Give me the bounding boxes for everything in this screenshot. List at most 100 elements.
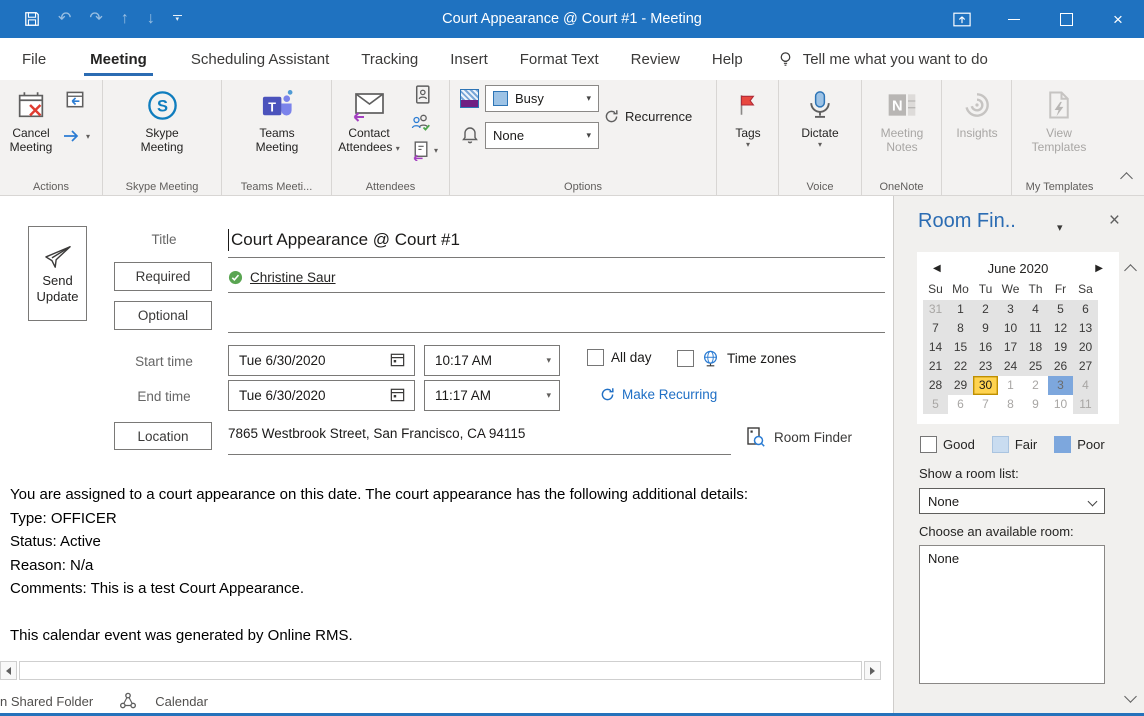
- panel-scroll-up-icon[interactable]: [1126, 262, 1135, 280]
- all-day-checkbox[interactable]: [587, 349, 604, 366]
- calendar-day[interactable]: 3: [1048, 376, 1073, 395]
- calendar-day[interactable]: 12: [1048, 319, 1073, 338]
- send-update-button[interactable]: Send Update: [28, 226, 87, 321]
- reminder-dropdown[interactable]: None ▾: [485, 122, 599, 149]
- calendar-day[interactable]: 7: [973, 395, 998, 414]
- calendar-day[interactable]: 8: [948, 319, 973, 338]
- close-button[interactable]: ×: [1092, 0, 1144, 38]
- calendar-day[interactable]: 23: [973, 357, 998, 376]
- ribbon-display-options-button[interactable]: [936, 0, 988, 38]
- required-attendees-field[interactable]: Christine Saur: [228, 262, 336, 292]
- available-rooms-listbox[interactable]: None: [919, 545, 1105, 684]
- attendee-link[interactable]: Christine Saur: [250, 270, 336, 285]
- calendar-day[interactable]: 3: [998, 300, 1023, 319]
- start-time-input[interactable]: 10:17 AM ▾: [424, 345, 560, 376]
- response-options-button[interactable]: [410, 112, 433, 139]
- recurrence-button[interactable]: Recurrence: [603, 108, 692, 125]
- tab-meeting[interactable]: Meeting: [88, 38, 149, 80]
- tab-scheduling-assistant[interactable]: Scheduling Assistant: [189, 38, 331, 80]
- calendar-day[interactable]: 9: [973, 319, 998, 338]
- insights-button[interactable]: Insights: [947, 80, 1007, 140]
- calendar-day[interactable]: 8: [998, 395, 1023, 414]
- skype-meeting-button[interactable]: S Skype Meeting: [129, 80, 195, 154]
- calendar-day[interactable]: 2: [973, 300, 998, 319]
- maximize-button[interactable]: [1040, 0, 1092, 38]
- calendar-day[interactable]: 11: [1023, 319, 1048, 338]
- calendar-day[interactable]: 25: [1023, 357, 1048, 376]
- calendar-day[interactable]: 26: [1048, 357, 1073, 376]
- calendar-prev-icon[interactable]: ◀: [933, 263, 941, 274]
- message-body[interactable]: You are assigned to a court appearance o…: [10, 483, 880, 648]
- forward-meeting-button[interactable]: [64, 88, 86, 115]
- date-picker-icon[interactable]: [389, 386, 406, 403]
- end-time-input[interactable]: 11:17 AM ▾: [424, 380, 560, 411]
- view-templates-button[interactable]: View Templates: [1025, 80, 1093, 154]
- calendar-day[interactable]: 6: [1073, 300, 1098, 319]
- calendar-day[interactable]: 10: [1048, 395, 1073, 414]
- calendar-day[interactable]: 18: [1023, 338, 1048, 357]
- calendar-day[interactable]: 7: [923, 319, 948, 338]
- tags-button[interactable]: Tags ▾: [724, 80, 772, 149]
- tab-tracking[interactable]: Tracking: [359, 38, 420, 80]
- horizontal-scrollbar[interactable]: [0, 661, 881, 680]
- calendar-day[interactable]: 11: [1073, 395, 1098, 414]
- calendar-day[interactable]: 29: [948, 376, 973, 395]
- calendar-day[interactable]: 5: [923, 395, 948, 414]
- calendar-day[interactable]: 16: [973, 338, 998, 357]
- title-input[interactable]: Court Appearance @ Court #1: [228, 229, 460, 251]
- calendar-day[interactable]: 21: [923, 357, 948, 376]
- end-date-input[interactable]: Tue 6/30/2020: [228, 380, 415, 411]
- room-finder-button[interactable]: Room Finder: [744, 422, 886, 452]
- collapse-ribbon-button[interactable]: [1122, 170, 1131, 188]
- minimize-button[interactable]: [988, 0, 1040, 38]
- date-picker-icon[interactable]: [389, 351, 406, 368]
- panel-scroll-down-icon[interactable]: [1126, 688, 1135, 706]
- panel-caret-icon[interactable]: ▾: [1057, 221, 1063, 234]
- make-recurring-link[interactable]: Make Recurring: [599, 386, 717, 403]
- time-zones-checkbox[interactable]: [677, 350, 694, 367]
- address-book-button[interactable]: [412, 84, 433, 110]
- forward-invitation-button[interactable]: ▾: [410, 140, 438, 161]
- calendar-day[interactable]: 14: [923, 338, 948, 357]
- tab-insert[interactable]: Insert: [448, 38, 490, 80]
- calendar-day[interactable]: 31: [923, 300, 948, 319]
- required-button[interactable]: Required: [114, 262, 212, 291]
- tab-file[interactable]: File: [20, 38, 48, 80]
- calendar-day[interactable]: 9: [1023, 395, 1048, 414]
- optional-button[interactable]: Optional: [114, 301, 212, 330]
- meeting-notes-button[interactable]: N Meeting Notes: [870, 80, 934, 154]
- tell-me-box[interactable]: Tell me what you want to do: [777, 38, 988, 80]
- calendar-day[interactable]: 20: [1073, 338, 1098, 357]
- calendar-day[interactable]: 17: [998, 338, 1023, 357]
- calendar-day[interactable]: 10: [998, 319, 1023, 338]
- optional-field[interactable]: [228, 332, 885, 333]
- calendar-day[interactable]: 15: [948, 338, 973, 357]
- cancel-meeting-button[interactable]: Cancel Meeting: [2, 80, 60, 154]
- dictate-button[interactable]: Dictate ▾: [791, 80, 849, 149]
- calendar-day[interactable]: 4: [1073, 376, 1098, 395]
- calendar-next-icon[interactable]: ▶: [1095, 263, 1103, 274]
- scroll-right-button[interactable]: [864, 661, 881, 680]
- start-date-input[interactable]: Tue 6/30/2020: [228, 345, 415, 376]
- forward-arrow-button[interactable]: ▾: [62, 128, 90, 144]
- calendar-day[interactable]: 22: [948, 357, 973, 376]
- scroll-left-button[interactable]: [0, 661, 17, 680]
- show-as-dropdown[interactable]: Busy ▾: [485, 85, 599, 112]
- calendar-day[interactable]: 27: [1073, 357, 1098, 376]
- tab-help[interactable]: Help: [710, 38, 745, 80]
- calendar-day[interactable]: 6: [948, 395, 973, 414]
- calendar-day[interactable]: 19: [1048, 338, 1073, 357]
- calendar-day[interactable]: 1: [948, 300, 973, 319]
- calendar-day[interactable]: 2: [1023, 376, 1048, 395]
- tab-format-text[interactable]: Format Text: [518, 38, 601, 80]
- calendar-day[interactable]: 5: [1048, 300, 1073, 319]
- scrollbar-track[interactable]: [19, 661, 862, 680]
- panel-close-icon[interactable]: ×: [1109, 210, 1120, 232]
- contact-attendees-button[interactable]: Contact Attendees ▾: [334, 80, 404, 154]
- calendar-day[interactable]: 30: [973, 376, 998, 395]
- tab-review[interactable]: Review: [629, 38, 682, 80]
- location-input[interactable]: 7865 Westbrook Street, San Francisco, CA…: [228, 426, 525, 441]
- teams-meeting-button[interactable]: T Teams Meeting: [244, 80, 310, 154]
- calendar-day[interactable]: 4: [1023, 300, 1048, 319]
- location-button[interactable]: Location: [114, 422, 212, 450]
